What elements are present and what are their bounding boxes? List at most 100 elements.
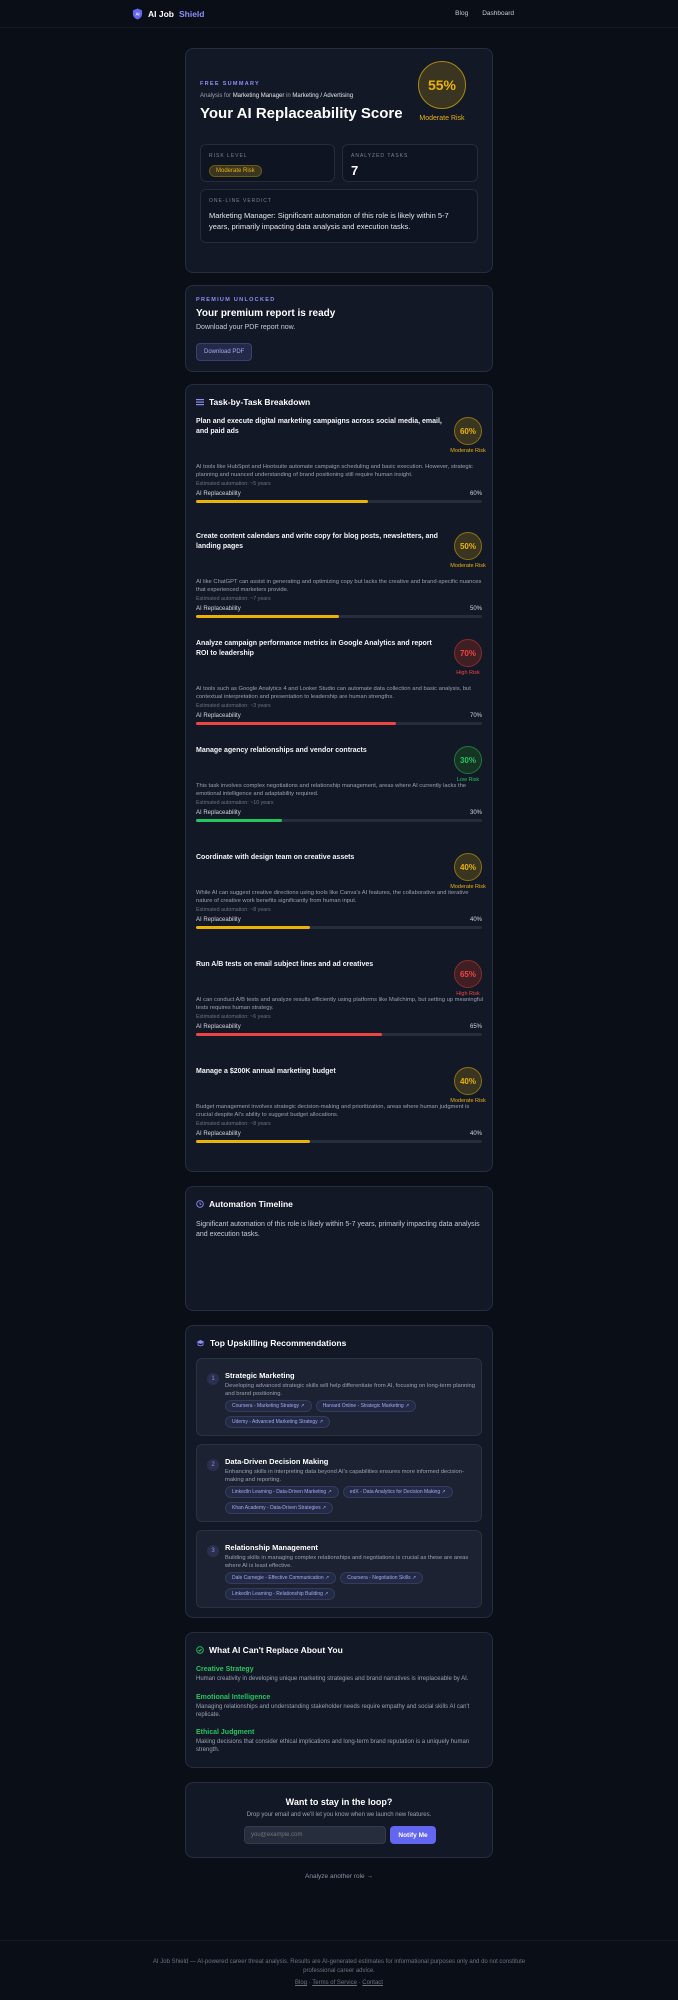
task-progress-fill — [196, 615, 339, 618]
upskill-item: 1 Strategic Marketing Developing advanced … — [196, 1358, 482, 1436]
task-bar-block: AI Replaceability 50% — [196, 606, 482, 618]
verdict-box: ONE-LINE VERDICT Marketing Manager: Sign… — [200, 189, 478, 243]
footer-divider — [0, 1940, 678, 1941]
footer-text: AI Job Shield — AI-powered career threat… — [152, 1959, 526, 1974]
task-estimate: Estimated automation: ~6 years — [196, 1014, 271, 1020]
task-bar-block: AI Replaceability 70% — [196, 713, 482, 725]
clock-icon — [196, 1200, 204, 1208]
upskill-tags: Dale Carnegie - Effective Communication … — [225, 1572, 475, 1600]
irreplaceable-item-desc: Making decisions that consider ethical i… — [196, 1739, 470, 1753]
analyzed-tasks-value: 7 — [351, 163, 359, 178]
task-description: AI like ChatGPT can assist in generating… — [196, 579, 482, 593]
task-title: Manage a $200K annual marketing budget — [196, 1068, 336, 1075]
upskill-number: 2 — [207, 1459, 219, 1471]
task-score: 50% — [459, 541, 476, 551]
svg-text:AI: AI — [135, 11, 139, 16]
score-ring: 55% — [418, 61, 466, 109]
task-bar-block: AI Replaceability 40% — [196, 917, 482, 929]
newsletter-subtitle: Drop your email and we'll let you know w… — [246, 1812, 432, 1818]
premium-subtitle: Download your PDF report now. — [196, 324, 296, 331]
nav-link-dashboard[interactable]: Dashboard — [482, 10, 514, 17]
analyzed-tasks-label: ANALYZED TASKS — [351, 153, 409, 159]
task-progress-bar — [196, 926, 482, 929]
task-title: Analyze campaign performance metrics in … — [196, 640, 432, 657]
analyze-another-link[interactable]: Analyze another role → — [0, 1873, 678, 1880]
course-link[interactable]: Dale Carnegie - Effective Communication … — [225, 1572, 337, 1584]
task-risk-label: Moderate Risk — [450, 563, 486, 569]
score-value: 55% — [427, 77, 457, 93]
summary-eyebrow: FREE SUMMARY — [200, 81, 261, 87]
irreplaceable-item-title: Ethical Judgment — [196, 1729, 255, 1736]
nav-links: Blog Dashboard — [455, 10, 514, 17]
task-bar-block: AI Replaceability 65% — [196, 1024, 482, 1036]
shield-icon: AI — [132, 8, 143, 19]
risk-level-badge: Moderate Risk — [209, 165, 262, 177]
task-bar-row: AI Replaceability 50% — [196, 606, 482, 612]
irreplaceable-header: What AI Can't Replace About You — [196, 1645, 343, 1655]
footer-link-contact[interactable]: Contact — [362, 1980, 383, 1986]
task-estimate: Estimated automation: ~5 years — [196, 481, 271, 487]
task-bar-row: AI Replaceability 65% — [196, 1024, 482, 1030]
nav-link-blog[interactable]: Blog — [455, 10, 468, 17]
task-bar-row: AI Replaceability 70% — [196, 713, 482, 719]
task-bar-value: 30% — [469, 810, 482, 816]
upskill-item: 2 Data-Driven Decision Making Enhancing sk… — [196, 1444, 482, 1522]
task-risk-ring: 30% — [454, 746, 482, 774]
irreplaceable-item-title: Emotional Intelligence — [196, 1694, 271, 1701]
task-bar-block: AI Replaceability 30% — [196, 810, 482, 822]
task-title: Coordinate with design team on creative … — [196, 854, 355, 861]
premium-eyebrow: PREMIUM UNLOCKED — [196, 297, 276, 303]
irreplaceable-title: What AI Can't Replace About You — [209, 1645, 343, 1655]
task-progress-bar — [196, 1140, 482, 1143]
task-risk-label: Moderate Risk — [450, 448, 486, 454]
task-item: Manage a $200K annual marketing budget 40… — [196, 1067, 486, 1143]
timeline-header: Automation Timeline — [196, 1199, 293, 1209]
analysis-prefix: Analysis for — [200, 93, 232, 99]
footer-links: Blog · Terms of Service · Contact — [0, 1980, 678, 1986]
task-description: Budget management involves strategic dec… — [196, 1104, 470, 1118]
task-progress-bar — [196, 722, 482, 725]
industry-name: Marketing / Advertising — [292, 93, 354, 99]
brand-highlight: Shield — [178, 8, 205, 19]
upskill-title: Strategic Marketing — [225, 1371, 295, 1380]
analyzed-tasks-box: ANALYZED TASKS 7 — [342, 144, 478, 182]
course-link[interactable]: LinkedIn Learning - Data-Driven Marketin… — [225, 1486, 339, 1498]
role-name: Marketing Manager — [232, 93, 285, 99]
notify-me-button[interactable]: Notify Me — [390, 1826, 436, 1844]
course-link[interactable]: Coursera - Marketing Strategy ↗ — [225, 1400, 312, 1412]
footer-link-blog[interactable]: Blog — [295, 1980, 307, 1986]
download-pdf-button[interactable]: Download PDF — [196, 343, 253, 361]
course-link[interactable]: Khan Academy - Data-Driven Strategies ↗ — [225, 1502, 334, 1514]
brand-name: AI Job — [148, 8, 174, 19]
task-description: AI can conduct A/B tests and analyze res… — [196, 997, 483, 1011]
brand-logo[interactable]: AI AI Job Shield — [132, 8, 205, 20]
newsletter-card: Want to stay in the loop? Drop your emai… — [185, 1782, 493, 1858]
task-risk-ring: 65% — [454, 960, 482, 988]
timeline-title: Automation Timeline — [209, 1199, 293, 1209]
task-score: 70% — [459, 648, 476, 658]
task-bar-label: AI Replaceability — [196, 713, 241, 719]
footer-sep: · — [308, 1980, 311, 1986]
task-bar-value: 65% — [469, 1024, 482, 1030]
task-progress-fill — [196, 819, 282, 822]
task-bar-value: 50% — [469, 606, 482, 612]
task-item: Plan and execute digital marketing campa… — [196, 417, 486, 503]
task-bar-value: 70% — [469, 713, 482, 719]
task-risk-label: High Risk — [456, 670, 480, 676]
footer-link-terms[interactable]: Terms of Service — [312, 1980, 357, 1986]
timeline-text: Significant automation of this role is l… — [196, 1221, 480, 1238]
course-link[interactable]: Udemy - Advanced Marketing Strategy ↗ — [225, 1416, 331, 1428]
irreplaceable-item-desc: Managing relationships and understanding… — [196, 1704, 470, 1718]
course-link[interactable]: Harvard Online - Strategic Marketing ↗ — [315, 1400, 417, 1412]
newsletter-title: Want to stay in the loop? — [285, 1797, 393, 1807]
task-progress-fill — [196, 722, 397, 725]
upskill-description: Enhancing skills in interpreting data be… — [225, 1469, 464, 1483]
course-link[interactable]: edX - Data Analytics for Decision Making… — [342, 1486, 453, 1498]
task-progress-fill — [196, 1033, 382, 1036]
summary-card: FREE SUMMARY Analysis for Marketing Mana… — [185, 48, 493, 273]
task-bar-value: 60% — [469, 491, 482, 497]
email-input[interactable] — [244, 1826, 386, 1844]
course-link[interactable]: LinkedIn Learning - Relationship Buildin… — [225, 1588, 336, 1600]
task-title: Plan and execute digital marketing campa… — [196, 418, 442, 435]
course-link[interactable]: Coursera - Negotiation Skills ↗ — [340, 1572, 424, 1584]
